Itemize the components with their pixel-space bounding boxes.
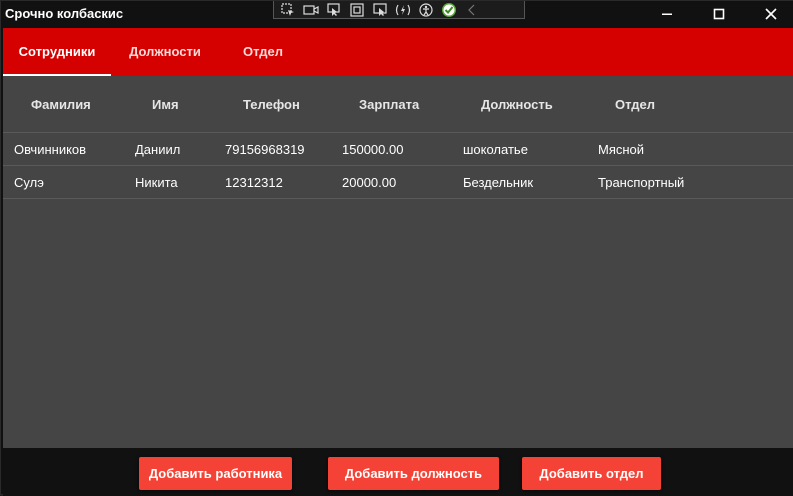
column-header-phone[interactable]: Телефон <box>243 97 300 112</box>
tab-positions[interactable]: Должности <box>111 28 219 76</box>
tab-employees[interactable]: Сотрудники <box>3 28 111 76</box>
cell-position: шоколатье <box>463 142 528 157</box>
column-header-salary[interactable]: Зарплата <box>359 97 419 112</box>
cell-surname: Овчинников <box>14 142 87 157</box>
cell-name: Даниил <box>135 142 181 157</box>
close-button[interactable] <box>761 4 781 24</box>
cell-salary: 20000.00 <box>342 175 397 190</box>
add-position-button[interactable]: Добавить должность <box>328 457 499 490</box>
table-row[interactable]: Сулэ Никита 12312312 20000.00 Бездельник… <box>3 166 793 199</box>
cell-phone: 12312312 <box>225 175 283 190</box>
cell-surname: Сулэ <box>14 175 44 190</box>
employees-table: Фамилия Имя Телефон Зарплата Должность О… <box>3 76 793 448</box>
pointer-icon[interactable] <box>326 2 342 17</box>
add-worker-button[interactable]: Добавить работника <box>139 457 292 490</box>
cell-department: Мясной <box>598 142 645 157</box>
hot-reload-icon[interactable] <box>395 3 411 17</box>
cell-position: Бездельник <box>463 175 534 190</box>
camera-icon[interactable] <box>303 3 319 17</box>
collapse-arrow-icon[interactable] <box>464 3 480 17</box>
table-header: Фамилия Имя Телефон Зарплата Должность О… <box>3 76 793 133</box>
app-window: Срочно колбаскис Сотрудники Должности От… <box>0 0 793 496</box>
close-icon <box>765 8 777 20</box>
preview-icon[interactable] <box>372 2 388 17</box>
column-header-department[interactable]: Отдел <box>615 97 655 112</box>
column-header-name[interactable]: Имя <box>152 97 179 112</box>
column-header-position[interactable]: Должность <box>481 97 553 112</box>
minimize-icon <box>662 13 672 15</box>
add-department-button[interactable]: Добавить отдел <box>522 457 661 490</box>
maximize-icon <box>713 8 725 20</box>
accessibility-icon[interactable] <box>418 2 434 17</box>
tab-bar: Сотрудники Должности Отдел <box>3 28 793 76</box>
cell-name: Никита <box>135 175 178 190</box>
title-bar[interactable]: Срочно колбаскис <box>1 1 793 28</box>
column-header-surname[interactable]: Фамилия <box>31 97 91 112</box>
cell-department: Транспортный <box>598 175 685 190</box>
action-bar: Добавить работника Добавить должность До… <box>3 448 793 496</box>
minimize-button[interactable] <box>657 4 677 24</box>
select-element-icon[interactable] <box>280 2 296 17</box>
check-icon[interactable] <box>441 2 457 17</box>
cell-salary: 150000.00 <box>342 142 404 157</box>
tab-department[interactable]: Отдел <box>219 28 307 76</box>
cell-phone: 79156968319 <box>225 142 305 157</box>
square-icon[interactable] <box>349 2 365 17</box>
table-row[interactable]: Овчинников Даниил 79156968319 150000.00 … <box>3 133 793 166</box>
maximize-button[interactable] <box>709 4 729 24</box>
debug-toolbar <box>273 1 525 19</box>
window-title: Срочно колбаскис <box>5 6 124 21</box>
